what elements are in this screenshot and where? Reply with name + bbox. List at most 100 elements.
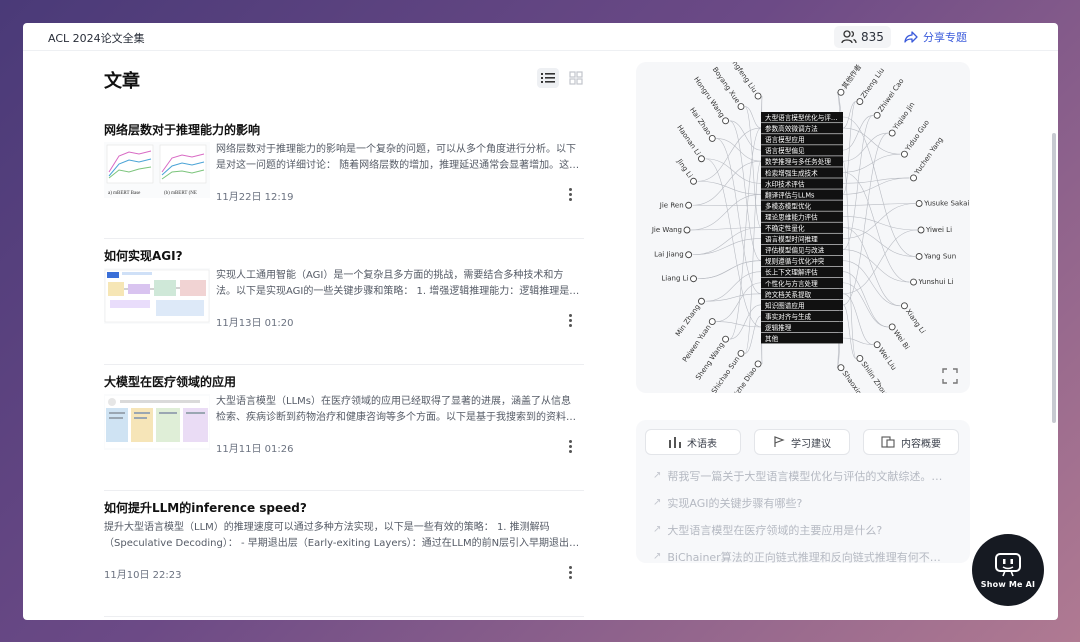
content-summary-button[interactable]: 内容概要 <box>863 429 959 455</box>
graph-edge <box>744 106 762 129</box>
scrollbar[interactable] <box>1052 133 1056 423</box>
author-label: Wei Bi <box>892 329 911 351</box>
author-node <box>856 98 864 106</box>
users-icon <box>841 30 857 44</box>
article-title[interactable]: 网络层数对于推理能力的影响 <box>104 121 260 138</box>
topic-label: 知识图谱应用 <box>765 301 805 310</box>
more-options-icon[interactable] <box>564 187 576 201</box>
graph-edge <box>842 153 901 173</box>
suggested-question[interactable]: ↗ 实现AGI的关键步骤有哪些? <box>653 489 963 516</box>
author-node <box>722 335 730 343</box>
topic-label: 理论思维能力评估 <box>765 212 818 221</box>
topic-label: 翻译评估与LLMs <box>765 190 815 199</box>
share-label: 分享专题 <box>923 31 967 44</box>
author-node <box>917 226 925 234</box>
list-view-icon[interactable] <box>537 68 559 88</box>
author-node <box>910 278 917 286</box>
suggested-question[interactable]: ↗ 帮我写一篇关于大型语言模型优化与评估的文献综述。… <box>653 462 963 489</box>
author-node <box>873 341 881 349</box>
author-label: Yiduo Guo <box>903 119 930 154</box>
graph-edge <box>842 216 918 231</box>
topic-label: 评估模型偏见与改进 <box>765 246 825 255</box>
follower-count-chip[interactable]: 835 <box>834 26 891 48</box>
article-summary: 实现人工通用智能（AGI）是一个复杂且多方面的挑战，需要结合多种技术和方法。以下… <box>216 270 580 297</box>
suggested-questions: ↗ 帮我写一篇关于大型语言模型优化与评估的文献综述。… ↗ 实现AGI的关键步骤有哪… <box>653 462 963 570</box>
author-node <box>708 134 716 142</box>
article-list-section: 文章 网络层数对于推理能力的影响 a) mBERT Base (b) mBERT… <box>104 51 584 620</box>
study-tips-button[interactable]: 学习建议 <box>754 429 850 455</box>
assistant-tabs: 术语表 学习建议 内容概要 <box>645 429 959 455</box>
author-label: Yusuke Sakai <box>923 200 969 208</box>
glossary-label: 术语表 <box>687 438 717 450</box>
grid-view-icon[interactable] <box>565 68 587 88</box>
author-node <box>698 297 705 305</box>
more-options-icon[interactable] <box>564 313 576 327</box>
article-card[interactable]: 如何提升LLM的inference speed? 提升大型语言模型（LLM）的推… <box>104 499 584 617</box>
topic-label: 跨文档关系提取 <box>765 290 812 299</box>
author-topic-graph[interactable]: 大型语言模型优化与评… 参数高效微调方法 语言模型应用 语言模型偏见 数学推理与多任务处… <box>636 52 970 420</box>
author-node <box>837 88 845 96</box>
author-label: Yang Sun <box>923 252 956 260</box>
topic-label: 检索增强生成技术 <box>765 168 818 177</box>
glossary-button[interactable]: 术语表 <box>645 429 741 455</box>
topic-label: 语言模型偏见 <box>765 146 805 155</box>
author-label: Hai Zhao <box>688 106 713 136</box>
author-node <box>856 354 864 362</box>
topic-label: 事实对齐与生成 <box>765 312 812 321</box>
author-node <box>737 103 745 111</box>
topic-label: 长上下文理解评估 <box>765 268 818 277</box>
author-label: Haonan Li <box>675 124 702 157</box>
article-card[interactable]: 网络层数对于推理能力的影响 a) mBERT Base (b) mBERT (N… <box>104 121 584 239</box>
bar-chart-icon <box>669 436 681 448</box>
author-label: Yiqiao Jin <box>891 101 916 132</box>
more-options-icon[interactable] <box>564 439 576 453</box>
author-label: Lai Jiang <box>654 251 684 259</box>
author-label: Zhiwei Cao <box>877 77 906 113</box>
article-card[interactable]: 如何实现AGI? 实现人工通用智能（AGI）是一个复杂且多方面的挑战，需要结合多… <box>104 247 584 365</box>
author-node <box>754 92 762 100</box>
study-tips-label: 学习建议 <box>791 438 831 450</box>
author-node <box>754 360 762 368</box>
show-me-ai-badge[interactable]: Show Me AI <box>972 534 1044 606</box>
suggested-question[interactable]: ↗ 大型语言模型在医疗领域的主要应用是什么? <box>653 516 963 543</box>
topic-label: 个性化与方言处理 <box>765 279 818 288</box>
author-node <box>690 275 697 283</box>
topic-label: 多模态模型优化 <box>765 201 812 210</box>
author-node <box>888 129 896 137</box>
topic-label: 语言模型时间推理 <box>765 235 818 244</box>
more-options-icon[interactable] <box>564 565 576 579</box>
graph-edge <box>705 271 762 302</box>
graph-edge <box>744 160 762 354</box>
topic-label: 数学推理与多任务处理 <box>765 157 831 166</box>
view-toggle <box>537 68 587 88</box>
article-title[interactable]: 如何实现AGI? <box>104 247 183 264</box>
follower-count: 835 <box>861 30 884 44</box>
author-node <box>698 155 705 163</box>
topic-label: 参数高效微调方法 <box>765 124 818 133</box>
author-label: Wei Liu <box>877 346 898 371</box>
fullscreen-icon[interactable] <box>942 368 958 384</box>
article-card[interactable]: 大模型在医疗领域的应用 大型语言模型（LLMs）在医疗领域的应用已经取得了显著的… <box>104 373 584 491</box>
author-node <box>900 150 908 158</box>
document-icon <box>881 436 895 448</box>
author-node <box>685 251 693 259</box>
article-title[interactable]: 如何提升LLM的inference speed? <box>104 499 307 516</box>
collection-title: ACL 2024论文全集 <box>48 32 145 45</box>
graph-edge <box>697 127 762 182</box>
robot-icon <box>995 553 1021 577</box>
thumb-caption-b: (b) mBERT (NE <box>164 191 197 196</box>
author-label: 其他作者 <box>840 62 863 90</box>
share-topic-button[interactable]: 分享专题 <box>904 27 967 47</box>
graph-canvas: 大型语言模型优化与评… 参数高效微调方法语言模型应用语言模型偏见数学推理与多任务处… <box>651 52 970 420</box>
author-node <box>900 302 908 310</box>
author-node <box>837 364 845 372</box>
article-thumbnail <box>104 268 210 324</box>
article-title[interactable]: 大模型在医疗领域的应用 <box>104 373 236 390</box>
flag-icon <box>774 436 785 447</box>
app-window: ACL 2024论文全集 835 分享专题 文章 网络层数对于推理能力的影响 a… <box>23 23 1058 620</box>
author-label: Yiwei Li <box>925 226 952 234</box>
author-label: Liang Li <box>661 275 688 283</box>
suggested-question[interactable]: ↗ BiChainer算法的正向链式推理和反向链式推理有何不… <box>653 543 963 570</box>
section-title: 文章 <box>104 71 140 92</box>
graph-edge <box>729 127 762 340</box>
